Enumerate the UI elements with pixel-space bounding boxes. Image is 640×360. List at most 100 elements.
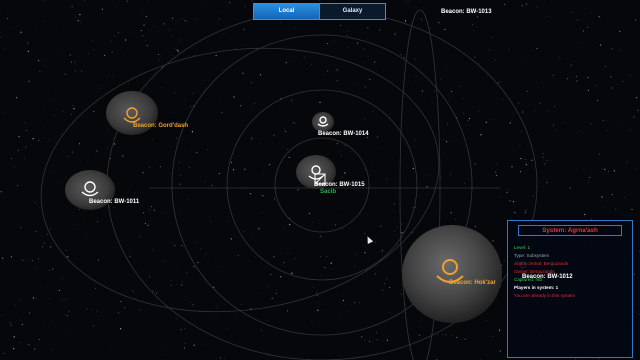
star (259, 74, 262, 76)
star (274, 198, 276, 200)
beacon-label-bw-1012[interactable]: Beacon: BW-1012 (522, 274, 573, 280)
star (186, 272, 188, 273)
star (342, 299, 344, 301)
star (381, 250, 383, 252)
star (605, 129, 607, 131)
star (17, 185, 18, 187)
star (492, 240, 494, 242)
star (73, 224, 75, 225)
tab-local[interactable]: Local (254, 4, 319, 19)
star (27, 42, 29, 44)
star (44, 16, 45, 18)
star (142, 172, 144, 174)
beacon-label-hok-zar[interactable]: Beacon: Hok'zar (449, 280, 496, 286)
star (160, 87, 162, 88)
star (18, 299, 20, 301)
planet-bw-1014[interactable] (312, 112, 334, 132)
star (191, 218, 193, 220)
star (312, 287, 314, 289)
star (272, 297, 274, 299)
star (442, 334, 443, 336)
star (65, 177, 66, 178)
star (157, 104, 159, 105)
beacon-label-bw-1013[interactable]: Beacon: BW-1013 (441, 9, 492, 15)
star (69, 54, 71, 56)
star (421, 90, 423, 92)
star (244, 44, 245, 46)
star (28, 80, 30, 83)
star (124, 307, 126, 309)
star (151, 29, 152, 30)
star (268, 286, 269, 288)
star (326, 57, 328, 59)
star (116, 6, 117, 8)
star (191, 130, 194, 133)
map-tabs: Local Galaxy (253, 3, 386, 20)
beacon-label-bw-1011[interactable]: Beacon: BW-1011 (89, 199, 139, 205)
star (381, 289, 383, 290)
star (35, 230, 37, 233)
star (175, 318, 177, 320)
star (349, 151, 351, 152)
star (591, 12, 593, 14)
star (144, 39, 147, 41)
ship-label: Sacib (320, 189, 337, 195)
tab-galaxy[interactable]: Galaxy (319, 4, 385, 19)
star (566, 78, 568, 80)
star (126, 0, 128, 2)
star (140, 30, 142, 32)
star (467, 120, 469, 122)
star (106, 129, 107, 130)
star (371, 165, 373, 166)
star (524, 211, 526, 213)
star (93, 110, 95, 113)
star (38, 258, 39, 259)
star (494, 59, 496, 61)
star (50, 127, 52, 129)
star (285, 131, 286, 133)
star (400, 293, 402, 295)
star (576, 75, 577, 77)
star (622, 81, 624, 82)
star (601, 196, 603, 198)
star (35, 201, 37, 203)
star (218, 101, 219, 103)
star (269, 163, 271, 165)
star (450, 174, 451, 176)
star (615, 208, 617, 210)
star (583, 169, 585, 171)
star (340, 24, 342, 26)
star (233, 96, 235, 98)
star (142, 35, 144, 37)
star (13, 348, 15, 350)
star (206, 253, 208, 254)
star (163, 23, 165, 25)
star (347, 47, 348, 48)
system-type: Type: Subsystem (514, 253, 550, 258)
star (525, 58, 527, 59)
star (294, 257, 296, 259)
beacon-label-bw-1014[interactable]: Beacon: BW-1014 (318, 131, 369, 137)
star (499, 196, 500, 197)
star (485, 121, 487, 123)
star (28, 344, 30, 346)
star (132, 290, 134, 292)
star (270, 274, 272, 275)
beacon-label-gord-dash[interactable]: Beacon: Gord'dash (133, 123, 188, 129)
star (374, 273, 376, 275)
star (153, 209, 155, 211)
star (364, 169, 366, 171)
star (61, 50, 63, 52)
star (342, 293, 344, 295)
star (25, 146, 27, 148)
star (509, 200, 511, 202)
star (347, 31, 348, 32)
beacon-label-bw-1015[interactable]: Beacon: BW-1015 (314, 182, 365, 188)
star (58, 289, 61, 292)
star (38, 139, 40, 141)
star (369, 78, 371, 80)
star (183, 328, 185, 330)
star (633, 273, 636, 275)
star (154, 26, 156, 27)
star (193, 344, 195, 346)
